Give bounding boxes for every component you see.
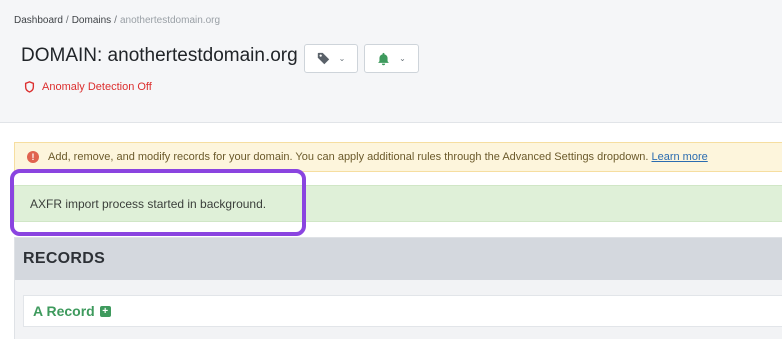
breadcrumb-domains[interactable]: Domains	[72, 15, 111, 26]
page-title: DOMAIN: anothertestdomain.org	[21, 45, 298, 66]
shield-icon	[24, 81, 35, 93]
records-heading: RECORDS	[15, 238, 782, 280]
learn-more-link[interactable]: Learn more	[651, 151, 707, 163]
breadcrumb-current: anothertestdomain.org	[119, 15, 221, 26]
record-section-a: A Record +	[23, 295, 782, 327]
page-header: Dashboard / Domains / anothertestdomain.org …	[0, 0, 782, 123]
breadcrumb-separator: /	[114, 15, 117, 26]
anomaly-detection-label: Anomaly Detection Off	[42, 81, 152, 93]
bell-icon	[378, 52, 390, 65]
a-record-title[interactable]: A Record	[33, 303, 95, 319]
breadcrumb-dashboard[interactable]: Dashboard	[14, 15, 63, 26]
success-alert-text: AXFR import process started in backgroun…	[30, 196, 267, 211]
tag-icon	[317, 52, 329, 65]
exclamation-circle-icon: !	[27, 151, 39, 163]
info-alert: ! Add, remove, and modify records for yo…	[14, 142, 782, 172]
notification-dropdown-button[interactable]: ⌄	[364, 44, 419, 73]
records-panel: RECORDS A Record +	[14, 237, 782, 339]
anomaly-detection-status[interactable]: Anomaly Detection Off	[24, 81, 152, 93]
breadcrumb: Dashboard / Domains / anothertestdomain.org	[14, 15, 220, 26]
plus-square-icon[interactable]: +	[99, 305, 111, 317]
tag-dropdown-button[interactable]: ⌄	[304, 44, 358, 73]
success-alert: AXFR import process started in backgroun…	[14, 185, 782, 222]
chevron-down-icon: ⌄	[338, 54, 346, 63]
chevron-down-icon: ⌄	[399, 54, 406, 63]
breadcrumb-separator: /	[65, 15, 69, 26]
info-alert-text: Add, remove, and modify records for your…	[48, 151, 649, 163]
